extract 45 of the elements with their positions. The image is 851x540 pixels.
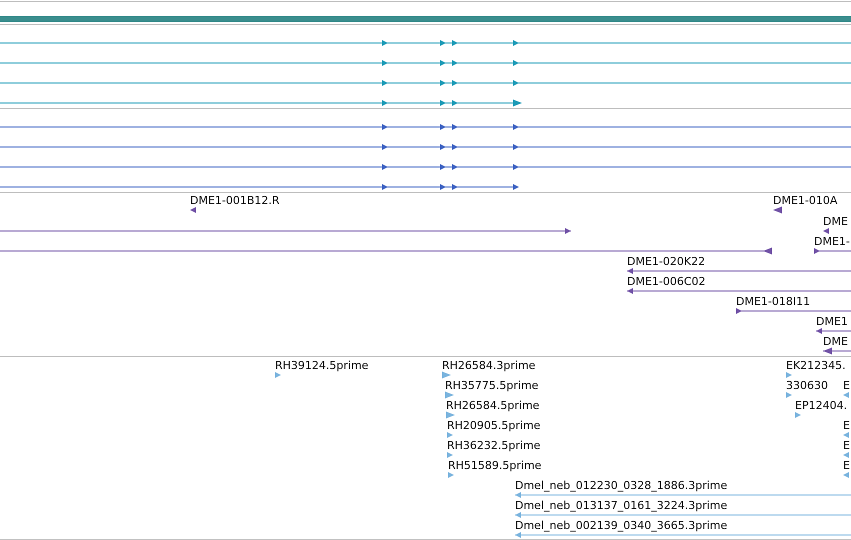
feature-label: DME1-001B12.R	[190, 194, 280, 207]
feature-label: RH20905.5prime	[447, 419, 540, 432]
feature-label: DME	[823, 215, 848, 228]
transcript-line[interactable]	[0, 164, 851, 170]
transcript-line[interactable]	[0, 144, 851, 150]
feature-label: E	[843, 459, 850, 472]
feature-label: EK212345.	[786, 359, 846, 372]
feature-label: E	[843, 419, 850, 432]
feature-label: RH39124.5prime	[275, 359, 368, 372]
feature-line[interactable]	[814, 248, 851, 254]
feature-line[interactable]	[626, 268, 851, 274]
feature-label: E	[843, 439, 850, 452]
feature-label: E	[843, 379, 850, 392]
feature-label: RH26584.3prime	[442, 359, 536, 372]
transcript-line[interactable]	[0, 100, 522, 106]
feature-line[interactable]	[626, 288, 851, 294]
transcript-line[interactable]	[0, 40, 851, 46]
transcript-line[interactable]	[0, 184, 519, 190]
feature-label: EP12404.	[795, 399, 848, 412]
feature-arrow[interactable]	[773, 206, 782, 214]
feature-label: Dmel_neb_012230_0328_1886.3prime	[515, 479, 728, 492]
feature-label: DME1-020K22	[627, 255, 706, 268]
feature-line[interactable]	[0, 248, 772, 254]
feature-line[interactable]	[816, 328, 851, 334]
feature-label: RH51589.5prime	[448, 459, 542, 472]
feature-arrow[interactable]	[190, 207, 196, 213]
transcript-line[interactable]	[0, 80, 851, 86]
feature-line[interactable]	[736, 308, 851, 314]
feature-label: DME1-018I11	[736, 295, 810, 308]
feature-label: RH26584.5prime	[446, 399, 540, 412]
feature-line[interactable]	[0, 228, 572, 234]
feature-label: Dmel_neb_013137_0161_3224.3prime	[515, 499, 728, 512]
feature-label: DME1	[816, 315, 848, 328]
transcript-line[interactable]	[0, 60, 851, 66]
feature-label: DME1-	[814, 235, 850, 248]
feature-label: Dmel_neb_002139_0340_3665.3prime	[515, 519, 728, 532]
feature-label: DME	[823, 335, 848, 348]
feature-label: DME1-010A	[773, 194, 838, 207]
feature-label: RH35775.5prime	[445, 379, 538, 392]
feature-label: DME1-006C02	[627, 275, 706, 288]
feature-label: RH36232.5prime	[447, 439, 540, 452]
feature-arrow[interactable]	[823, 228, 829, 234]
feature-line[interactable]	[822, 348, 851, 354]
feature-label: 330630	[786, 379, 828, 392]
transcript-line[interactable]	[0, 124, 851, 130]
